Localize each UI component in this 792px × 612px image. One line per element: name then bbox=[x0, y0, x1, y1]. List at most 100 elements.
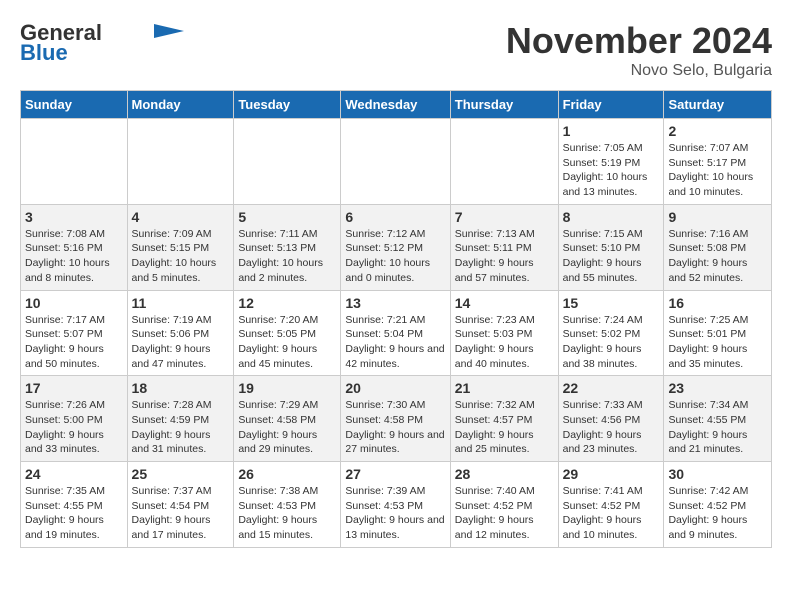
calendar-header: SundayMondayTuesdayWednesdayThursdayFrid… bbox=[21, 91, 772, 119]
day-number: 5 bbox=[238, 209, 336, 225]
calendar-cell: 7 Sunrise: 7:13 AM Sunset: 5:11 PM Daylig… bbox=[450, 204, 558, 290]
day-info: Sunrise: 7:13 AM Sunset: 5:11 PM Dayligh… bbox=[455, 227, 554, 286]
day-number: 26 bbox=[238, 466, 336, 482]
day-number: 16 bbox=[668, 295, 767, 311]
weekday-header: Friday bbox=[558, 91, 664, 119]
calendar-cell: 13 Sunrise: 7:21 AM Sunset: 5:04 PM Dayli… bbox=[341, 290, 450, 376]
day-number: 4 bbox=[132, 209, 230, 225]
calendar-cell: 25 Sunrise: 7:37 AM Sunset: 4:54 PM Dayli… bbox=[127, 462, 234, 548]
calendar-cell: 14Sunrise: 7:23 AM Sunset: 5:03 PM Dayli… bbox=[450, 290, 558, 376]
calendar-cell bbox=[450, 119, 558, 205]
day-number: 7 bbox=[455, 209, 554, 225]
day-number: 21 bbox=[455, 380, 554, 396]
weekday-header: Tuesday bbox=[234, 91, 341, 119]
day-info: Sunrise: 7:12 AM Sunset: 5:12 PM Dayligh… bbox=[345, 227, 445, 286]
day-number: 19 bbox=[238, 380, 336, 396]
day-info: Sunrise: 7:25 AM Sunset: 5:01 PM Dayligh… bbox=[668, 313, 767, 372]
day-info: Sunrise: 7:39 AM Sunset: 4:53 PM Dayligh… bbox=[345, 484, 445, 543]
calendar-cell: 18 Sunrise: 7:28 AM Sunset: 4:59 PM Dayli… bbox=[127, 376, 234, 462]
day-info: Sunrise: 7:07 AM Sunset: 5:17 PM Dayligh… bbox=[668, 141, 767, 200]
day-info: Sunrise: 7:09 AM Sunset: 5:15 PM Dayligh… bbox=[132, 227, 230, 286]
calendar-week-row: 10 Sunrise: 7:17 AM Sunset: 5:07 PM Dayli… bbox=[21, 290, 772, 376]
day-info: Sunrise: 7:26 AM Sunset: 5:00 PM Dayligh… bbox=[25, 398, 123, 457]
day-number: 22 bbox=[563, 380, 660, 396]
calendar-week-row: 17 Sunrise: 7:26 AM Sunset: 5:00 PM Dayli… bbox=[21, 376, 772, 462]
day-number: 9 bbox=[668, 209, 767, 225]
day-info: Sunrise: 7:21 AM Sunset: 5:04 PM Dayligh… bbox=[345, 313, 445, 372]
day-number: 1 bbox=[563, 123, 660, 139]
calendar-table: SundayMondayTuesdayWednesdayThursdayFrid… bbox=[20, 90, 772, 548]
day-number: 24 bbox=[25, 466, 123, 482]
weekday-header: Wednesday bbox=[341, 91, 450, 119]
day-number: 8 bbox=[563, 209, 660, 225]
day-number: 15 bbox=[563, 295, 660, 311]
calendar-week-row: 3Sunrise: 7:08 AM Sunset: 5:16 PM Daylig… bbox=[21, 204, 772, 290]
day-info: Sunrise: 7:34 AM Sunset: 4:55 PM Dayligh… bbox=[668, 398, 767, 457]
calendar-cell: 2 Sunrise: 7:07 AM Sunset: 5:17 PM Daylig… bbox=[664, 119, 772, 205]
calendar-cell: 28 Sunrise: 7:40 AM Sunset: 4:52 PM Dayli… bbox=[450, 462, 558, 548]
calendar-cell: 17 Sunrise: 7:26 AM Sunset: 5:00 PM Dayli… bbox=[21, 376, 128, 462]
day-info: Sunrise: 7:37 AM Sunset: 4:54 PM Dayligh… bbox=[132, 484, 230, 543]
day-number: 30 bbox=[668, 466, 767, 482]
day-info: Sunrise: 7:29 AM Sunset: 4:58 PM Dayligh… bbox=[238, 398, 336, 457]
calendar-cell: 12 Sunrise: 7:20 AM Sunset: 5:05 PM Dayli… bbox=[234, 290, 341, 376]
calendar-cell: 19 Sunrise: 7:29 AM Sunset: 4:58 PM Dayli… bbox=[234, 376, 341, 462]
day-number: 28 bbox=[455, 466, 554, 482]
day-info: Sunrise: 7:28 AM Sunset: 4:59 PM Dayligh… bbox=[132, 398, 230, 457]
day-number: 18 bbox=[132, 380, 230, 396]
calendar-cell: 30Sunrise: 7:42 AM Sunset: 4:52 PM Dayli… bbox=[664, 462, 772, 548]
calendar-cell: 21Sunrise: 7:32 AM Sunset: 4:57 PM Dayli… bbox=[450, 376, 558, 462]
calendar-cell: 24Sunrise: 7:35 AM Sunset: 4:55 PM Dayli… bbox=[21, 462, 128, 548]
day-info: Sunrise: 7:05 AM Sunset: 5:19 PM Dayligh… bbox=[563, 141, 660, 200]
month-title: November 2024 bbox=[506, 20, 772, 62]
day-number: 25 bbox=[132, 466, 230, 482]
day-number: 10 bbox=[25, 295, 123, 311]
day-info: Sunrise: 7:33 AM Sunset: 4:56 PM Dayligh… bbox=[563, 398, 660, 457]
day-number: 29 bbox=[563, 466, 660, 482]
location: Novo Selo, Bulgaria bbox=[506, 62, 772, 80]
calendar-cell: 1 Sunrise: 7:05 AM Sunset: 5:19 PM Daylig… bbox=[558, 119, 664, 205]
calendar-week-row: 24Sunrise: 7:35 AM Sunset: 4:55 PM Dayli… bbox=[21, 462, 772, 548]
calendar-cell: 20 Sunrise: 7:30 AM Sunset: 4:58 PM Dayli… bbox=[341, 376, 450, 462]
logo-blue: Blue bbox=[20, 40, 68, 66]
header: General Blue November 2024 Novo Selo, Bu… bbox=[20, 20, 772, 80]
weekday-header: Sunday bbox=[21, 91, 128, 119]
calendar-cell: 23 Sunrise: 7:34 AM Sunset: 4:55 PM Dayli… bbox=[664, 376, 772, 462]
calendar-week-row: 1 Sunrise: 7:05 AM Sunset: 5:19 PM Daylig… bbox=[21, 119, 772, 205]
calendar-cell: 15 Sunrise: 7:24 AM Sunset: 5:02 PM Dayli… bbox=[558, 290, 664, 376]
calendar-cell bbox=[234, 119, 341, 205]
weekday-header: Monday bbox=[127, 91, 234, 119]
day-info: Sunrise: 7:15 AM Sunset: 5:10 PM Dayligh… bbox=[563, 227, 660, 286]
calendar-cell: 26Sunrise: 7:38 AM Sunset: 4:53 PM Dayli… bbox=[234, 462, 341, 548]
calendar-cell: 3Sunrise: 7:08 AM Sunset: 5:16 PM Daylig… bbox=[21, 204, 128, 290]
day-info: Sunrise: 7:40 AM Sunset: 4:52 PM Dayligh… bbox=[455, 484, 554, 543]
calendar-cell: 11 Sunrise: 7:19 AM Sunset: 5:06 PM Dayli… bbox=[127, 290, 234, 376]
day-info: Sunrise: 7:41 AM Sunset: 4:52 PM Dayligh… bbox=[563, 484, 660, 543]
title-area: November 2024 Novo Selo, Bulgaria bbox=[506, 20, 772, 80]
day-info: Sunrise: 7:30 AM Sunset: 4:58 PM Dayligh… bbox=[345, 398, 445, 457]
calendar-cell: 10 Sunrise: 7:17 AM Sunset: 5:07 PM Dayli… bbox=[21, 290, 128, 376]
day-number: 12 bbox=[238, 295, 336, 311]
calendar-cell: 8 Sunrise: 7:15 AM Sunset: 5:10 PM Daylig… bbox=[558, 204, 664, 290]
day-info: Sunrise: 7:24 AM Sunset: 5:02 PM Dayligh… bbox=[563, 313, 660, 372]
day-number: 2 bbox=[668, 123, 767, 139]
day-number: 17 bbox=[25, 380, 123, 396]
calendar-cell: 29 Sunrise: 7:41 AM Sunset: 4:52 PM Dayli… bbox=[558, 462, 664, 548]
day-info: Sunrise: 7:17 AM Sunset: 5:07 PM Dayligh… bbox=[25, 313, 123, 372]
calendar-cell: 16 Sunrise: 7:25 AM Sunset: 5:01 PM Dayli… bbox=[664, 290, 772, 376]
day-number: 23 bbox=[668, 380, 767, 396]
calendar-cell: 5 Sunrise: 7:11 AM Sunset: 5:13 PM Daylig… bbox=[234, 204, 341, 290]
calendar-cell: 6Sunrise: 7:12 AM Sunset: 5:12 PM Daylig… bbox=[341, 204, 450, 290]
day-number: 13 bbox=[345, 295, 445, 311]
weekday-header: Saturday bbox=[664, 91, 772, 119]
day-info: Sunrise: 7:20 AM Sunset: 5:05 PM Dayligh… bbox=[238, 313, 336, 372]
calendar-cell bbox=[127, 119, 234, 205]
weekday-header: Thursday bbox=[450, 91, 558, 119]
day-info: Sunrise: 7:19 AM Sunset: 5:06 PM Dayligh… bbox=[132, 313, 230, 372]
day-number: 11 bbox=[132, 295, 230, 311]
day-info: Sunrise: 7:11 AM Sunset: 5:13 PM Dayligh… bbox=[238, 227, 336, 286]
calendar-cell: 9Sunrise: 7:16 AM Sunset: 5:08 PM Daylig… bbox=[664, 204, 772, 290]
day-number: 20 bbox=[345, 380, 445, 396]
calendar-cell bbox=[21, 119, 128, 205]
day-number: 27 bbox=[345, 466, 445, 482]
